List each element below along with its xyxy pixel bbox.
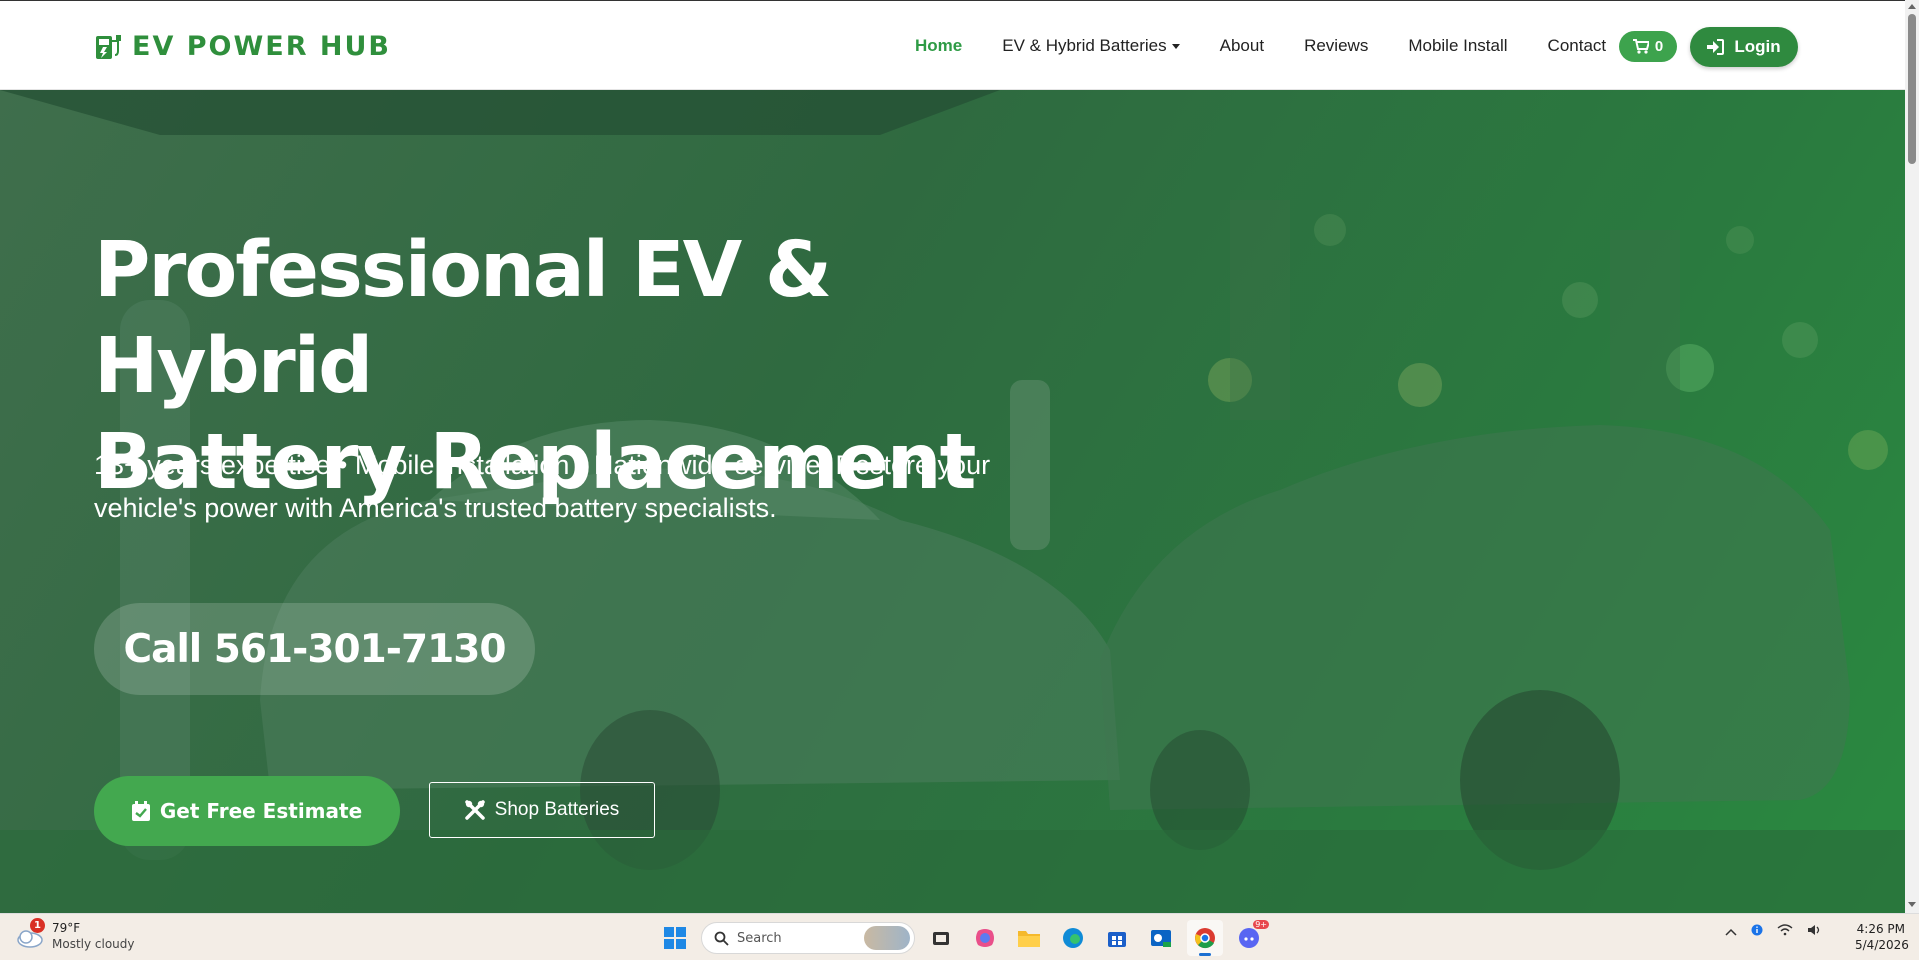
search-highlight-image [864,926,910,950]
hero-title-line1: Professional EV & Hybrid [94,226,832,411]
weather-widget[interactable]: 1 79°F Mostly cloudy [14,918,135,952]
tools-icon [464,800,485,820]
nav-link-batteries-label: EV & Hybrid Batteries [1002,36,1167,55]
windows-taskbar: 1 79°F Mostly cloudy Search 9+ 4:26 PM 5… [0,913,1919,960]
active-app-indicator [1199,953,1211,956]
chrome-browser-icon[interactable] [1187,920,1223,956]
task-view-icon[interactable] [923,920,959,956]
calendar-check-icon [131,801,150,821]
scroll-down-arrow-icon[interactable] [1908,902,1916,907]
nav-link-mobile-install[interactable]: Mobile Install [1388,36,1527,56]
clock-time: 4:26 PM [1856,922,1905,936]
taskbar-apps: Search 9+ [657,920,1269,956]
shop-batteries-label: Shop Batteries [494,799,620,820]
taskbar-search-box[interactable]: Search [701,922,915,954]
search-placeholder: Search [737,930,782,946]
hero-section: Professional EV & Hybrid Battery Replace… [0,90,1905,913]
system-tray [1725,924,1823,939]
notification-info-icon[interactable] [1751,924,1763,939]
nav-links: Home EV & Hybrid Batteries About Reviews… [895,1,1626,91]
get-free-estimate-label: Get Free Estimate [159,799,363,823]
clock-date: 5/4/2026 [1855,938,1909,952]
login-button[interactable]: Login [1690,27,1798,67]
call-phone-button[interactable]: Call 561-301-7130 [94,603,535,695]
nav-link-batteries-dropdown[interactable]: EV & Hybrid Batteries [982,36,1199,56]
cart-button[interactable]: 0 [1619,31,1677,62]
ev-charger-icon [96,34,121,59]
edge-browser-icon[interactable] [1055,920,1091,956]
top-navbar: EV POWER HUB Home EV & Hybrid Batteries … [0,0,1905,90]
get-free-estimate-button[interactable]: Get Free Estimate [94,776,400,846]
page-scrollbar[interactable] [1905,0,1919,913]
weather-condition: Mostly cloudy [52,937,135,951]
nav-link-contact[interactable]: Contact [1528,36,1627,56]
sign-in-icon [1707,39,1725,55]
microsoft-store-icon[interactable] [1099,920,1135,956]
weather-temperature: 79°F [52,921,81,935]
scroll-up-arrow-icon[interactable] [1908,4,1916,9]
hero-subtitle: 13+ years expertise • Mobile installatio… [94,444,1074,530]
brand-name: EV POWER HUB [132,31,391,62]
caret-down-icon [1171,44,1180,50]
copilot-icon[interactable] [967,920,1003,956]
file-explorer-icon[interactable] [1011,920,1047,956]
volume-icon[interactable] [1807,924,1823,939]
nav-link-about[interactable]: About [1200,36,1284,56]
nav-link-home[interactable]: Home [895,36,982,56]
weather-alert-badge: 1 [30,918,45,933]
cloud-icon: 1 [14,918,45,951]
cart-count: 0 [1654,38,1664,55]
discord-icon[interactable]: 9+ [1231,920,1269,956]
wifi-icon[interactable] [1777,924,1793,939]
hero-subtitle-line2: vehicle's power with America's trusted b… [94,493,777,523]
outlook-icon[interactable] [1143,920,1179,956]
login-label: Login [1734,37,1781,56]
cart-icon [1632,39,1649,54]
brand-logo[interactable]: EV POWER HUB [94,31,391,62]
search-icon [714,931,729,946]
scroll-thumb[interactable] [1908,14,1916,164]
system-clock[interactable]: 4:26 PM 5/4/2026 [1855,921,1909,953]
chevron-up-icon[interactable] [1725,925,1737,939]
hero-subtitle-line1: 13+ years expertise • Mobile installatio… [94,450,991,480]
nav-link-reviews[interactable]: Reviews [1284,36,1388,56]
windows-start-icon[interactable] [657,920,693,956]
shop-batteries-button[interactable]: Shop Batteries [429,782,655,838]
discord-notification-badge: 9+ [1253,920,1269,929]
